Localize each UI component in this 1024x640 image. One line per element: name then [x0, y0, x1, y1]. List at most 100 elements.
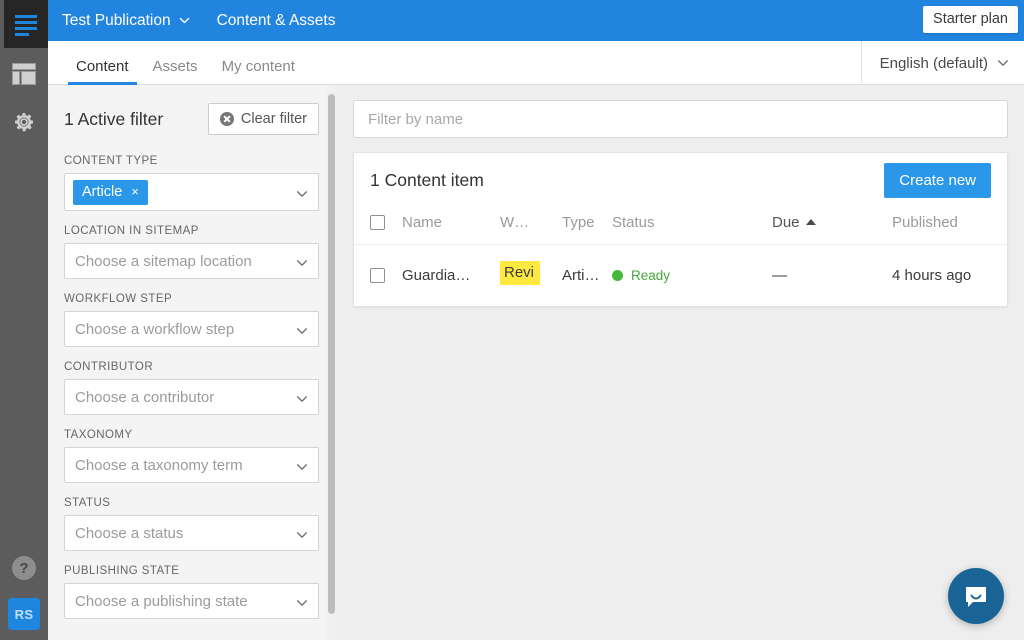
avatar[interactable]: RS	[8, 598, 40, 630]
select-placeholder: Choose a contributor	[75, 389, 214, 406]
filter-field-workflow-step: WORKFLOW STEP Choose a workflow step	[64, 293, 319, 347]
gear-icon	[12, 110, 36, 134]
language-selector-value: English (default)	[880, 55, 988, 72]
publication-menu[interactable]: Test Publication	[62, 12, 191, 30]
cell-type: Arti…	[562, 245, 612, 307]
search-input[interactable]	[366, 110, 995, 129]
column-header-due-label: Due	[772, 214, 800, 231]
content-items-card: 1 Content item Create new Name W… Type S…	[353, 152, 1008, 307]
app-logo[interactable]	[4, 0, 48, 48]
filter-label: WORKFLOW STEP	[64, 293, 319, 305]
filter-panel: 1 Active filter Clear filter CONTENT TYP…	[48, 85, 336, 640]
column-header-name[interactable]: Name	[402, 208, 500, 245]
content-type-select[interactable]: Article ×	[64, 173, 319, 211]
sidebar-item-sitemap[interactable]	[0, 50, 48, 98]
top-bar: Test Publication Content & Assets Starte…	[48, 0, 1024, 41]
search-field[interactable]	[353, 100, 1008, 138]
filter-panel-header: 1 Active filter Clear filter	[64, 103, 319, 135]
status-badge: Ready	[631, 268, 670, 283]
filter-field-content-type: CONTENT TYPE Article ×	[64, 155, 319, 211]
cell-published: 4 hours ago	[892, 245, 1007, 307]
select-placeholder: Choose a workflow step	[75, 321, 234, 338]
table-header: Name W… Type Status Due Published	[354, 208, 1007, 245]
select-placeholder: Choose a publishing state	[75, 593, 248, 610]
workflow-step-select[interactable]: Choose a workflow step	[64, 311, 319, 347]
filter-chip-article[interactable]: Article ×	[73, 180, 148, 205]
filter-label: CONTENT TYPE	[64, 155, 319, 167]
chip-label: Article	[82, 184, 122, 200]
chat-bubble-icon	[962, 582, 990, 610]
filter-field-sitemap-location: LOCATION IN SITEMAP Choose a sitemap loc…	[64, 225, 319, 279]
select-placeholder: Choose a taxonomy term	[75, 457, 243, 474]
row-checkbox[interactable]	[370, 268, 385, 283]
column-header-due[interactable]: Due	[772, 208, 892, 245]
column-header-type[interactable]: Type	[562, 208, 612, 245]
publication-name: Test Publication	[62, 12, 171, 30]
sitemap-icon	[12, 63, 36, 85]
table-body: Guardia… Revi Arti… Ready — 4 hours	[354, 245, 1007, 307]
cell-status: Ready	[612, 245, 772, 307]
chevron-down-icon	[295, 187, 309, 201]
publishing-state-select[interactable]: Choose a publishing state	[64, 583, 319, 619]
row-select-cell[interactable]	[354, 245, 402, 307]
plan-badge[interactable]: Starter plan	[923, 6, 1018, 33]
cell-due: —	[772, 245, 892, 307]
filter-scrollbar-thumb[interactable]	[328, 94, 335, 614]
tab-bar: Content Assets My content English (defau…	[48, 41, 1024, 85]
select-all-checkbox[interactable]	[370, 215, 385, 230]
kentico-logo-icon	[15, 15, 37, 33]
tab-assets[interactable]: Assets	[141, 59, 210, 85]
app-root: ? RS Test Publication Content & Assets S…	[0, 0, 1024, 640]
nav-link-content-assets[interactable]: Content & Assets	[217, 12, 336, 30]
filter-field-status: STATUS Choose a status	[64, 497, 319, 551]
chat-launcher-button[interactable]	[948, 568, 1004, 624]
cell-name[interactable]: Guardia…	[402, 245, 500, 307]
contributor-select[interactable]: Choose a contributor	[64, 379, 319, 415]
table-row[interactable]: Guardia… Revi Arti… Ready — 4 hours	[354, 245, 1007, 307]
filter-field-contributor: CONTRIBUTOR Choose a contributor	[64, 361, 319, 415]
cell-workflow: Revi	[500, 245, 562, 307]
chevron-down-icon	[295, 596, 309, 610]
clear-circle-x-icon	[220, 112, 234, 126]
content-items-table: Name W… Type Status Due Published	[354, 208, 1007, 306]
filter-label: CONTRIBUTOR	[64, 361, 319, 373]
chevron-down-icon	[996, 56, 1010, 70]
taxonomy-select[interactable]: Choose a taxonomy term	[64, 447, 319, 483]
table-header-row: Name W… Type Status Due Published	[354, 208, 1007, 245]
sort-ascending-icon	[806, 219, 816, 225]
sidebar-item-help[interactable]: ?	[0, 544, 48, 592]
status-select[interactable]: Choose a status	[64, 515, 319, 551]
status-dot-icon	[612, 270, 623, 281]
chip-remove-icon[interactable]: ×	[131, 185, 139, 198]
content-card-header: 1 Content item Create new	[354, 153, 1007, 208]
filter-label: PUBLISHING STATE	[64, 565, 319, 577]
left-rail: ? RS	[0, 0, 48, 640]
clear-filter-label: Clear filter	[241, 111, 307, 127]
chevron-down-icon	[178, 14, 191, 27]
tab-my-content[interactable]: My content	[210, 59, 307, 85]
main-content: 1 Content item Create new Name W… Type S…	[337, 85, 1024, 640]
workflow-step-badge: Revi	[500, 261, 540, 285]
column-header-published[interactable]: Published	[892, 208, 1007, 245]
column-header-workflow[interactable]: W…	[500, 208, 562, 245]
active-filter-count: 1 Active filter	[64, 109, 163, 130]
sitemap-location-select[interactable]: Choose a sitemap location	[64, 243, 319, 279]
filter-label: LOCATION IN SITEMAP	[64, 225, 319, 237]
chevron-down-icon	[295, 324, 309, 338]
create-new-button[interactable]: Create new	[884, 163, 991, 198]
filter-field-taxonomy: TAXONOMY Choose a taxonomy term	[64, 429, 319, 483]
chevron-down-icon	[295, 256, 309, 270]
column-header-select-all[interactable]	[354, 208, 402, 245]
sidebar-item-settings[interactable]	[0, 98, 48, 146]
chevron-down-icon	[295, 460, 309, 474]
select-placeholder: Choose a sitemap location	[75, 253, 252, 270]
filter-field-publishing-state: PUBLISHING STATE Choose a publishing sta…	[64, 565, 319, 619]
tab-content[interactable]: Content	[64, 59, 141, 85]
help-question-icon: ?	[12, 556, 36, 580]
column-header-status[interactable]: Status	[612, 208, 772, 245]
filter-label: TAXONOMY	[64, 429, 319, 441]
clear-filter-button[interactable]: Clear filter	[208, 103, 319, 135]
chevron-down-icon	[295, 528, 309, 542]
language-selector[interactable]: English (default)	[861, 41, 1010, 85]
chevron-down-icon	[295, 392, 309, 406]
